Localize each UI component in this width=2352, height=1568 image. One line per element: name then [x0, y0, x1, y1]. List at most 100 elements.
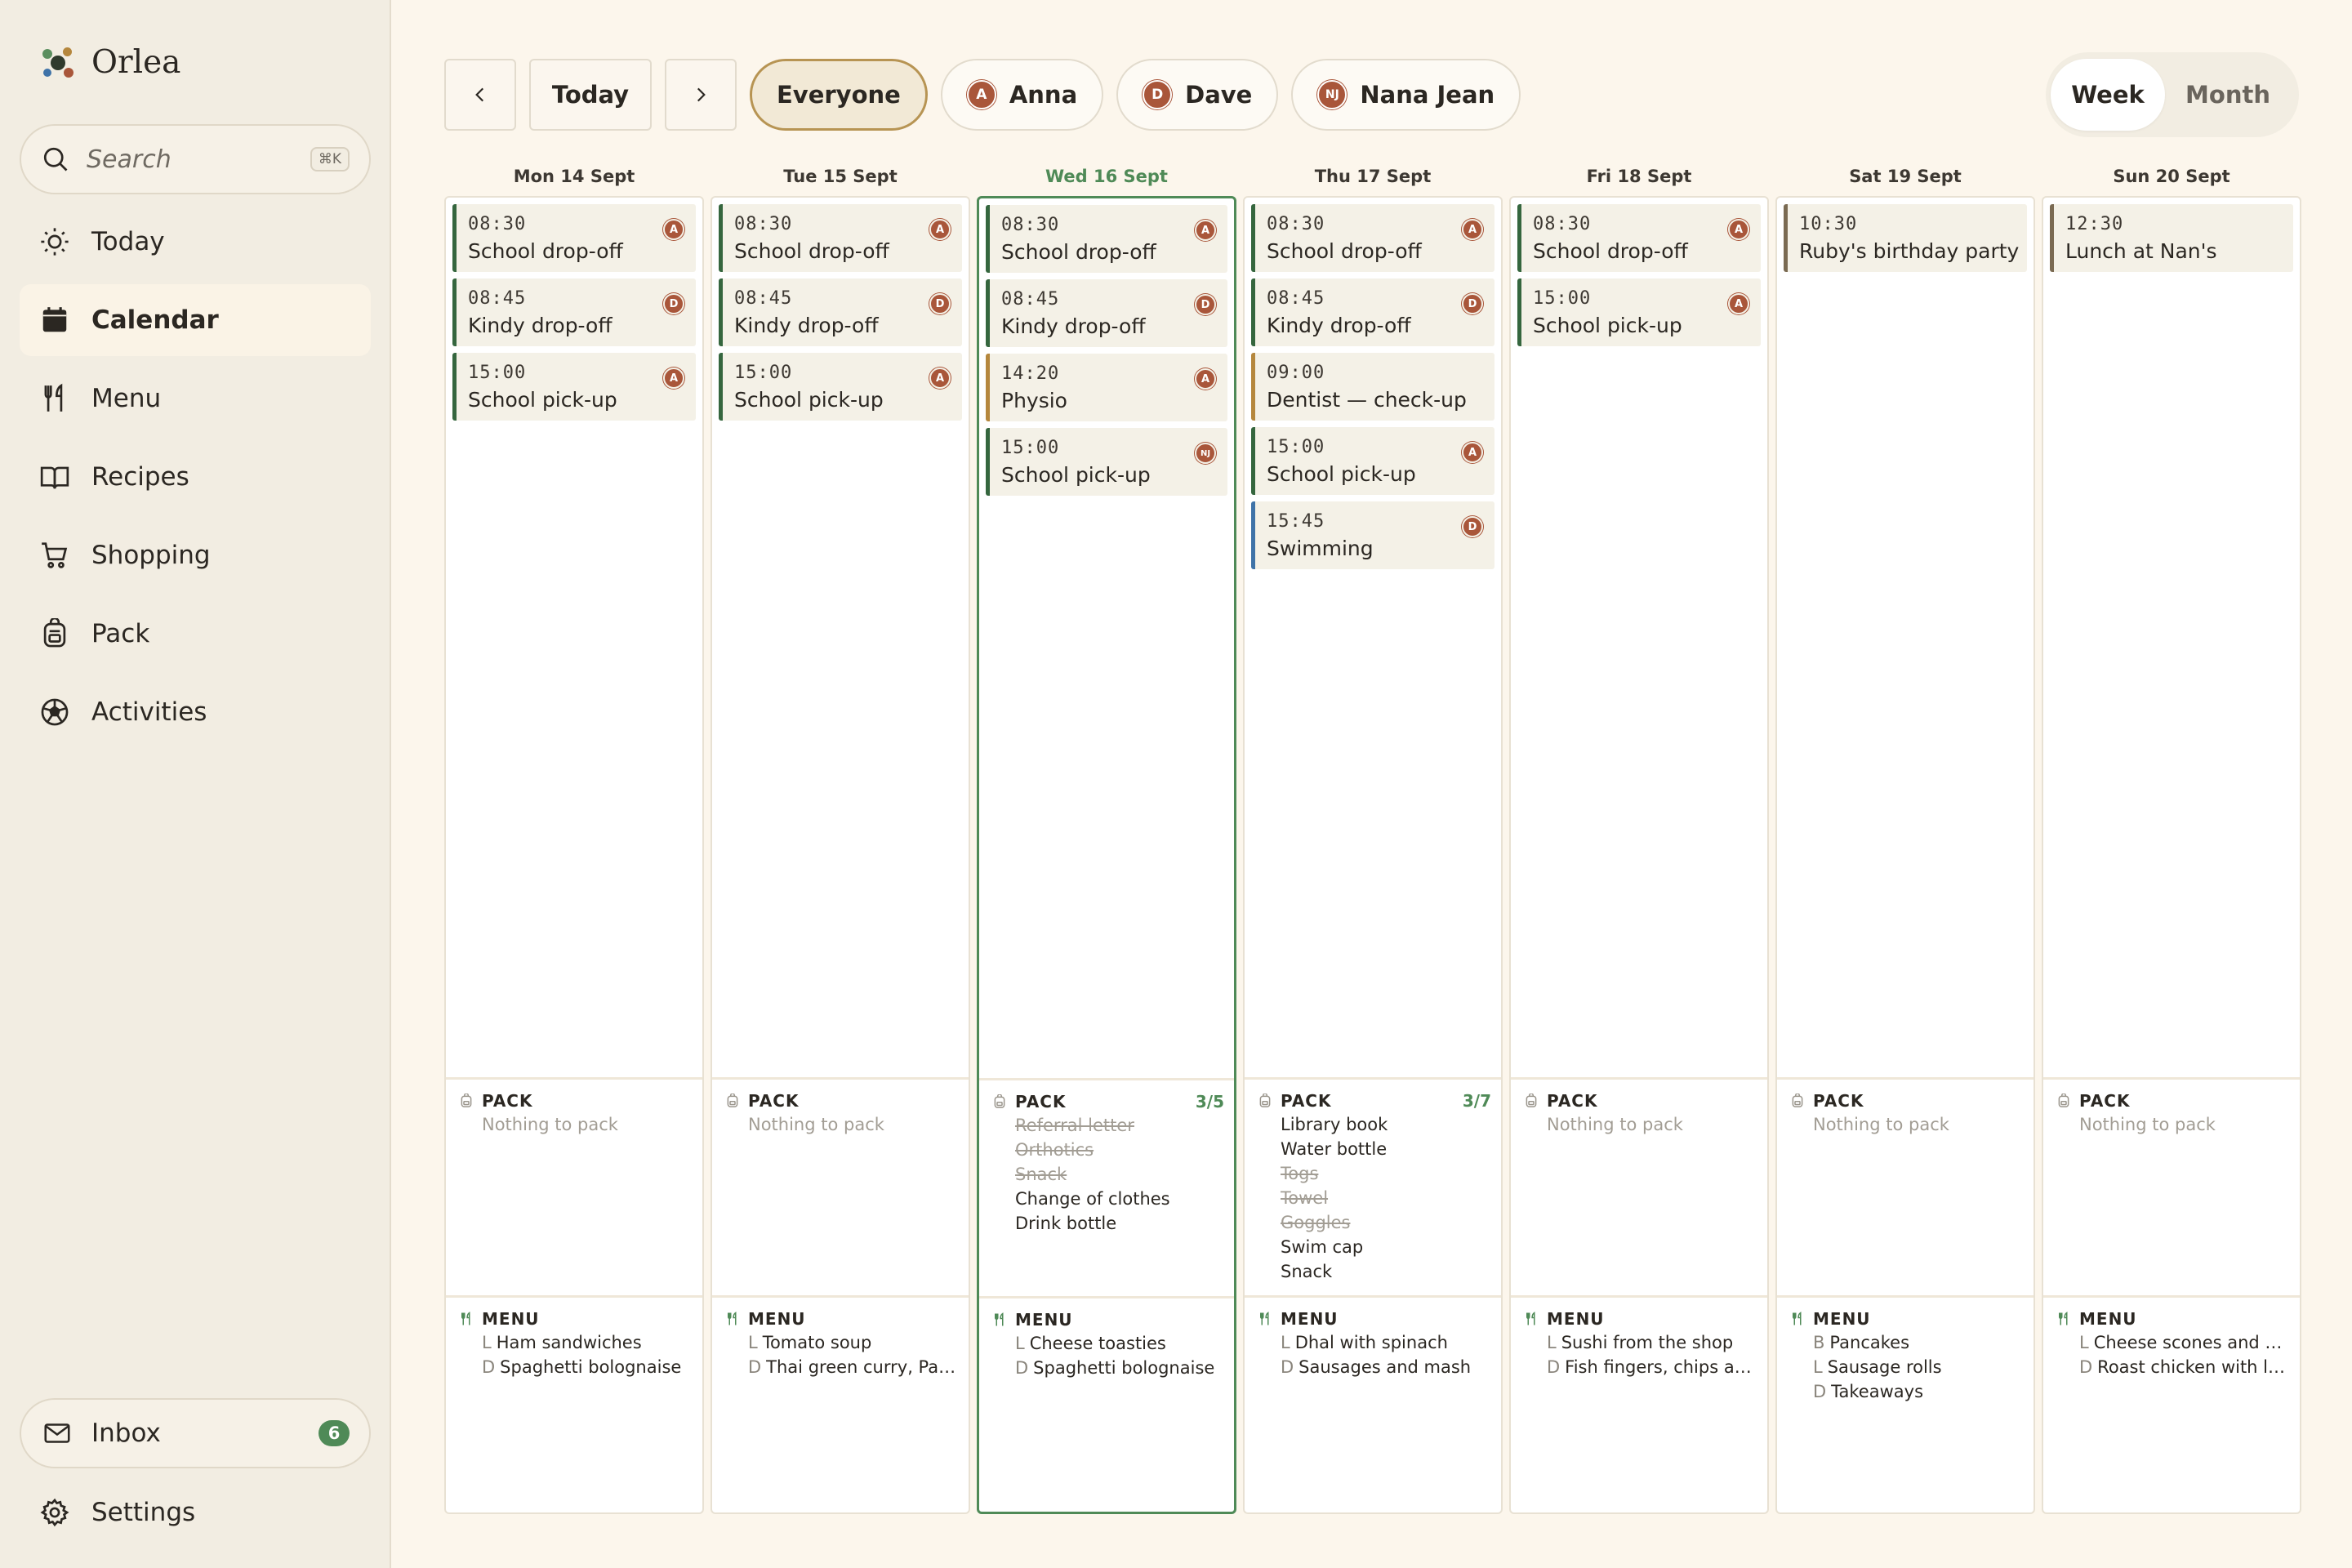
- event-card[interactable]: 15:00 School pick-up A: [1517, 278, 1761, 346]
- event-card[interactable]: 09:00 Dentist — check-up: [1251, 353, 1494, 421]
- day-body[interactable]: 08:30 School drop-off A 08:45 Kindy drop…: [977, 196, 1236, 1514]
- event-card[interactable]: 08:30 School drop-off A: [719, 204, 962, 272]
- menu-section[interactable]: MENU L Cheese scones and salad D Roast chic…: [2043, 1295, 2300, 1512]
- event-card[interactable]: 08:45 Kindy drop-off D: [719, 278, 962, 346]
- sidebar-item-shopping[interactable]: Shopping: [20, 519, 371, 591]
- menu-item[interactable]: B Pancakes: [1813, 1330, 2024, 1355]
- pack-section[interactable]: PACK 3/7 Library book Water bottle Togs Tow…: [1245, 1077, 1501, 1295]
- meal-key: D: [1813, 1382, 1827, 1401]
- menu-item[interactable]: D Sausages and mash: [1281, 1355, 1491, 1379]
- pack-item[interactable]: Goggles: [1281, 1210, 1491, 1235]
- event-card[interactable]: 08:45 Kindy drop-off D: [986, 279, 1227, 347]
- event-time: 08:45: [468, 288, 527, 309]
- event-card[interactable]: 10:30 Ruby's birthday party: [1784, 204, 2027, 272]
- pack-item[interactable]: Orthotics: [1015, 1138, 1224, 1162]
- pack-item[interactable]: Snack: [1015, 1162, 1224, 1187]
- menu-item[interactable]: L Tomato soup: [748, 1330, 959, 1355]
- filter-anna[interactable]: A Anna: [940, 59, 1104, 131]
- view-month-button[interactable]: Month: [2165, 59, 2291, 131]
- menu-item[interactable]: L Ham sandwiches: [482, 1330, 693, 1355]
- menu-item[interactable]: D Spaghetti bolognaise: [482, 1355, 693, 1379]
- day-header[interactable]: Sat 19 Sept: [1775, 160, 2035, 196]
- meal-name: Spaghetti bolognaise: [1033, 1358, 1215, 1378]
- event-card[interactable]: 08:30 School drop-off A: [1517, 204, 1761, 272]
- filter-nana-jean[interactable]: NJ Nana Jean: [1291, 59, 1521, 131]
- pack-item: Nothing to pack: [748, 1115, 884, 1134]
- menu-section[interactable]: MENU L Dhal with spinach D Sausages and mas…: [1245, 1295, 1501, 1512]
- pack-item[interactable]: Referral letter: [1015, 1113, 1224, 1138]
- day-body[interactable]: 08:30 School drop-off A 08:45 Kindy drop…: [1243, 196, 1503, 1514]
- day-body[interactable]: 08:30 School drop-off A 08:45 Kindy drop…: [710, 196, 970, 1514]
- day-header[interactable]: Sun 20 Sept: [2042, 160, 2301, 196]
- menu-item[interactable]: D Thai green curry, Pasta: [748, 1355, 959, 1379]
- settings-button[interactable]: Settings: [39, 1477, 195, 1548]
- pack-item[interactable]: Swim cap: [1281, 1235, 1491, 1259]
- search-input[interactable]: Search ⌘K: [20, 124, 371, 194]
- pack-header: PACK: [459, 1091, 693, 1111]
- menu-item[interactable]: D Roast chicken with leeks: [2079, 1355, 2290, 1379]
- menu-section[interactable]: MENU L Sushi from the shop D Fish fingers, …: [1511, 1295, 1767, 1512]
- event-card[interactable]: 08:30 School drop-off A: [986, 205, 1227, 273]
- pack-item[interactable]: Change of clothes: [1015, 1187, 1224, 1211]
- pack-item[interactable]: Snack: [1281, 1259, 1491, 1284]
- filter-everyone[interactable]: Everyone: [750, 59, 928, 131]
- pack-section[interactable]: PACK Nothing to pack: [446, 1077, 702, 1295]
- pack-item[interactable]: Drink bottle: [1015, 1211, 1224, 1236]
- event-card[interactable]: 15:45 Swimming D: [1251, 501, 1494, 569]
- next-week-button[interactable]: [665, 59, 737, 131]
- menu-section[interactable]: MENU L Cheese toasties D Spaghetti bolognai…: [979, 1296, 1234, 1512]
- filter-dave[interactable]: D Dave: [1116, 59, 1279, 131]
- sidebar-item-today[interactable]: Today: [20, 206, 371, 278]
- menu-item[interactable]: L Cheese toasties: [1015, 1331, 1224, 1356]
- event-card[interactable]: 08:30 School drop-off A: [452, 204, 696, 272]
- event-card[interactable]: 14:20 Physio A: [986, 354, 1227, 421]
- pack-item[interactable]: Library book: [1281, 1112, 1491, 1137]
- menu-item[interactable]: L Cheese scones and salad: [2079, 1330, 2290, 1355]
- day-header[interactable]: Wed 16 Sept: [977, 160, 1236, 196]
- day-header[interactable]: Tue 15 Sept: [710, 160, 970, 196]
- event-card[interactable]: 12:30 Lunch at Nan's: [2050, 204, 2293, 272]
- day-header[interactable]: Thu 17 Sept: [1243, 160, 1503, 196]
- menu-item[interactable]: DFish fingers, chips and peas: [1547, 1355, 1757, 1379]
- brand[interactable]: Orlea: [41, 44, 180, 81]
- event-card[interactable]: 08:45 Kindy drop-off D: [1251, 278, 1494, 346]
- menu-section[interactable]: MENU L Ham sandwiches D Spaghetti bolognais…: [446, 1295, 702, 1512]
- pack-section[interactable]: PACK Nothing to pack: [1511, 1077, 1767, 1295]
- pack-section[interactable]: PACK Nothing to pack: [2043, 1077, 2300, 1295]
- event-title: School pick-up: [1001, 463, 1151, 487]
- previous-week-button[interactable]: [444, 59, 516, 131]
- pack-section[interactable]: PACK Nothing to pack: [1777, 1077, 2034, 1295]
- pack-item[interactable]: Togs: [1281, 1161, 1491, 1186]
- pack-item[interactable]: Towel: [1281, 1186, 1491, 1210]
- menu-section[interactable]: MENU L Tomato soup D Thai green curry, Past…: [712, 1295, 969, 1512]
- event-card[interactable]: 15:00 School pick-up NJ: [986, 428, 1227, 496]
- day-body[interactable]: 12:30 Lunch at Nan's PACK Nothing to pac…: [2042, 196, 2301, 1514]
- sidebar-item-pack[interactable]: Pack: [20, 598, 371, 670]
- menu-item[interactable]: D Spaghetti bolognaise: [1015, 1356, 1224, 1380]
- sidebar-item-calendar[interactable]: Calendar: [20, 284, 371, 356]
- sidebar-item-recipes[interactable]: Recipes: [20, 441, 371, 513]
- menu-item[interactable]: D Takeaways: [1813, 1379, 2024, 1404]
- sidebar-item-menu[interactable]: Menu: [20, 363, 371, 434]
- sidebar-item-activities[interactable]: Activities: [20, 676, 371, 748]
- view-week-button[interactable]: Week: [2051, 59, 2165, 131]
- day-header[interactable]: Mon 14 Sept: [444, 160, 704, 196]
- menu-section[interactable]: MENU B Pancakes L Sausage rolls D Takeaways: [1777, 1295, 2034, 1512]
- inbox-button[interactable]: Inbox 6: [20, 1398, 371, 1468]
- event-card[interactable]: 08:45 Kindy drop-off D: [452, 278, 696, 346]
- menu-item[interactable]: L Sushi from the shop: [1547, 1330, 1757, 1355]
- day-body[interactable]: 08:30 School drop-off A 15:00 School pic…: [1509, 196, 1769, 1514]
- day-header[interactable]: Fri 18 Sept: [1509, 160, 1769, 196]
- menu-item[interactable]: L Sausage rolls: [1813, 1355, 2024, 1379]
- today-button[interactable]: Today: [529, 59, 652, 131]
- day-body[interactable]: 10:30 Ruby's birthday party PACK Nothing…: [1775, 196, 2035, 1514]
- pack-section[interactable]: PACK Nothing to pack: [712, 1077, 969, 1295]
- event-card[interactable]: 15:00 School pick-up A: [452, 353, 696, 421]
- day-body[interactable]: 08:30 School drop-off A 08:45 Kindy drop…: [444, 196, 704, 1514]
- event-card[interactable]: 15:00 School pick-up A: [719, 353, 962, 421]
- menu-item[interactable]: L Dhal with spinach: [1281, 1330, 1491, 1355]
- event-card[interactable]: 15:00 School pick-up A: [1251, 427, 1494, 495]
- pack-section[interactable]: PACK 3/5 Referral letter Orthotics Snack Ch…: [979, 1078, 1234, 1296]
- event-card[interactable]: 08:30 School drop-off A: [1251, 204, 1494, 272]
- pack-item[interactable]: Water bottle: [1281, 1137, 1491, 1161]
